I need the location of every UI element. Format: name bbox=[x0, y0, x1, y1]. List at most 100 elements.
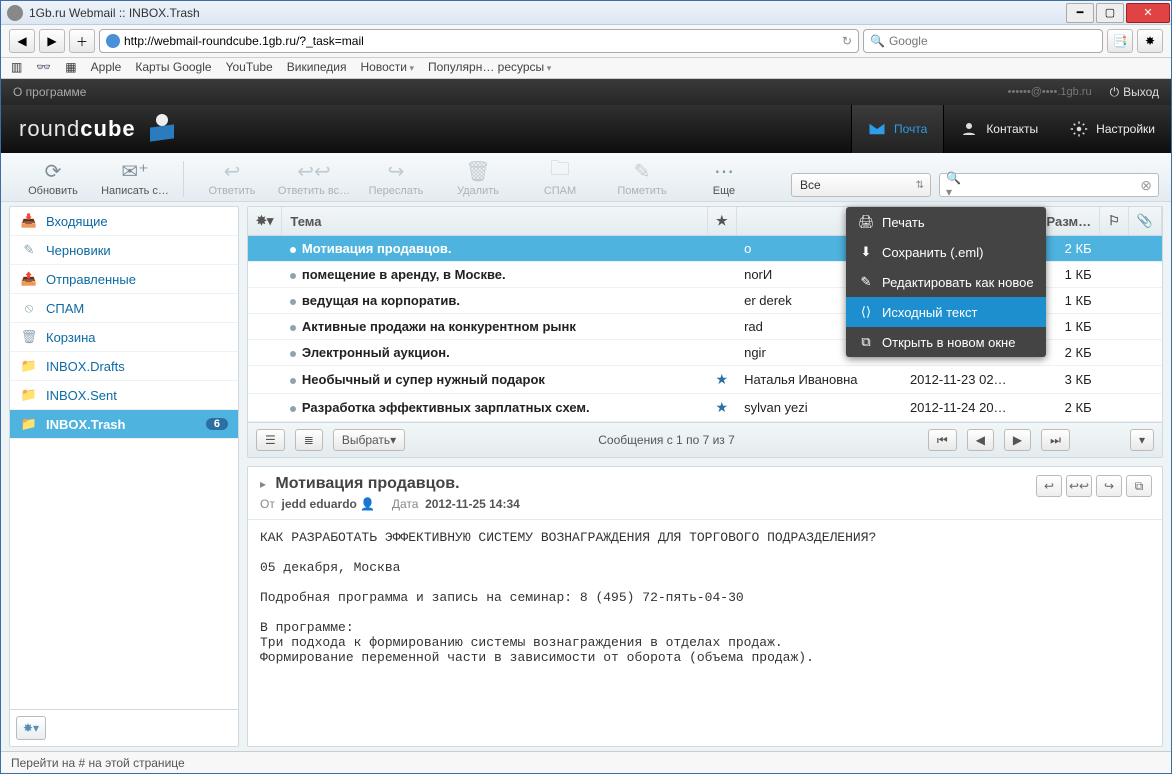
more-button[interactable]: ⋯Еще bbox=[684, 157, 764, 197]
browser-menu-button[interactable]: ✸ bbox=[1137, 29, 1163, 53]
replyall-button[interactable]: ↩↩Ответить вс… bbox=[274, 157, 354, 197]
contacts-icon bbox=[960, 120, 978, 138]
preview-replyall-button[interactable]: ↩↩ bbox=[1066, 475, 1092, 497]
folder-icon: 📁 bbox=[20, 387, 38, 403]
search-icon: 🔍▾ bbox=[946, 171, 963, 199]
topsites-icon[interactable]: ▦ bbox=[65, 60, 76, 74]
gear-icon bbox=[1070, 120, 1088, 138]
address-bar[interactable]: ↻ bbox=[99, 29, 859, 53]
mail-search-input[interactable] bbox=[963, 178, 1140, 193]
folder-СПАМ[interactable]: ⦸СПАМ bbox=[10, 294, 238, 323]
preview-subject: Мотивация продавцов. bbox=[275, 475, 459, 492]
about-link[interactable]: О программе bbox=[13, 85, 86, 99]
refresh-button[interactable]: ⟳Обновить bbox=[13, 157, 93, 197]
window-minimize-button[interactable]: ━ bbox=[1066, 3, 1094, 23]
thread-mode-button[interactable]: ≣ bbox=[295, 429, 323, 451]
page-last-button[interactable]: ⏭ bbox=[1041, 429, 1070, 451]
preview-reply-button[interactable]: ↩ bbox=[1036, 475, 1062, 497]
folder-settings-button[interactable]: ✸▾ bbox=[16, 716, 46, 740]
ctx-Исходный текст[interactable]: ⟨⟩Исходный текст bbox=[846, 297, 1046, 327]
bookmark-youtube[interactable]: YouTube bbox=[226, 60, 273, 74]
readinglist-icon[interactable]: 👓 bbox=[36, 60, 51, 74]
reply-button[interactable]: ↩Ответить bbox=[192, 157, 272, 197]
folder-icon: ✎ bbox=[20, 242, 38, 258]
preview-body[interactable]: КАК РАЗРАБОТАТЬ ЭФФЕКТИВНУЮ СИСТЕМУ ВОЗН… bbox=[248, 520, 1162, 746]
ctx-icon: ⬇ bbox=[858, 244, 874, 260]
col-size[interactable]: Разм… bbox=[1038, 207, 1100, 236]
clear-search-icon[interactable]: ⊗ bbox=[1140, 177, 1152, 194]
ctx-icon: ⧉ bbox=[858, 334, 874, 350]
bookmark-apple[interactable]: Apple bbox=[91, 60, 122, 74]
col-attach[interactable]: 📎 bbox=[1128, 207, 1161, 236]
star-icon[interactable]: ★ bbox=[715, 399, 728, 415]
folder-INBOX.Drafts[interactable]: 📁INBOX.Drafts bbox=[10, 352, 238, 381]
logout-link[interactable]: ⏻Выход bbox=[1110, 85, 1159, 100]
folder-Входящие[interactable]: 📥Входящие bbox=[10, 207, 238, 236]
contact-icon[interactable]: 👤 bbox=[360, 497, 375, 511]
nav-add-button[interactable]: ＋ bbox=[69, 29, 95, 53]
unread-badge: 6 bbox=[206, 418, 228, 430]
preview-from: jedd eduardo bbox=[282, 497, 357, 511]
bookmark-wikipedia[interactable]: Википедия bbox=[287, 60, 347, 74]
preview-pane: ▸ Мотивация продавцов. От jedd eduardo 👤… bbox=[247, 466, 1163, 747]
mail-search[interactable]: 🔍▾ ⊗ bbox=[939, 173, 1159, 197]
bookmark-popular[interactable]: Популярн… ресурсы bbox=[428, 60, 551, 74]
col-star[interactable]: ★ bbox=[707, 207, 736, 236]
window-title: 1Gb.ru Webmail :: INBOX.Trash bbox=[29, 6, 1065, 20]
col-flag[interactable]: ⚐ bbox=[1100, 207, 1129, 236]
folder-Отправленные[interactable]: 📤Отправленные bbox=[10, 265, 238, 294]
col-subject[interactable]: Тема bbox=[282, 207, 708, 236]
spam-button[interactable]: 🗀СПАМ bbox=[520, 157, 600, 197]
list-footer: ☰ ≣ Выбрать ▾ Сообщения с 1 по 7 из 7 ⏮ … bbox=[248, 422, 1162, 457]
select-menu[interactable]: Выбрать ▾ bbox=[333, 429, 405, 451]
folder-Корзина[interactable]: 🗑Корзина bbox=[10, 323, 238, 352]
message-row[interactable]: Разработка эффективных зарплатных схем.★… bbox=[248, 394, 1162, 422]
folder-icon: ⦸ bbox=[20, 300, 38, 316]
list-mode-button[interactable]: ☰ bbox=[256, 429, 285, 451]
ctx-Редактировать как новое[interactable]: ✎Редактировать как новое bbox=[846, 267, 1046, 297]
message-row[interactable]: Необычный и супер нужный подарок★Наталья… bbox=[248, 366, 1162, 394]
os-titlebar[interactable]: 1Gb.ru Webmail :: INBOX.Trash ━ ▢ ✕ bbox=[1, 1, 1171, 25]
browser-search[interactable]: 🔍 bbox=[863, 29, 1103, 53]
toggle-preview-button[interactable]: ▾ bbox=[1130, 429, 1154, 451]
tab-contacts[interactable]: Контакты bbox=[944, 105, 1054, 153]
preview-popout-button[interactable]: ⧉ bbox=[1126, 475, 1152, 497]
folder-Черновики[interactable]: ✎Черновики bbox=[10, 236, 238, 265]
preview-forward-button[interactable]: ↪ bbox=[1096, 475, 1122, 497]
folder-INBOX.Trash[interactable]: 📁INBOX.Trash6 bbox=[10, 410, 238, 439]
window-maximize-button[interactable]: ▢ bbox=[1096, 3, 1124, 23]
compose-button[interactable]: ✉⁺Написать с… bbox=[95, 157, 175, 197]
bookmark-googlemaps[interactable]: Карты Google bbox=[135, 60, 211, 74]
nav-back-button[interactable]: ◀ bbox=[9, 29, 35, 53]
forward-button[interactable]: ↪Переслать bbox=[356, 157, 436, 197]
browser-statusbar: Перейти на # на этой странице bbox=[1, 751, 1171, 773]
browser-search-input[interactable] bbox=[889, 34, 1096, 48]
tab-mail[interactable]: Почта bbox=[851, 105, 944, 153]
rc-topbar: О программе ••••••@••••.1gb.ru ⏻Выход bbox=[1, 79, 1171, 105]
bookmark-news[interactable]: Новости bbox=[361, 60, 414, 74]
list-options-button[interactable]: ✸▾ bbox=[248, 207, 282, 236]
tab-settings[interactable]: Настройки bbox=[1054, 105, 1171, 153]
ctx-Открыть в новом окне[interactable]: ⧉Открыть в новом окне bbox=[846, 327, 1046, 357]
reload-icon[interactable]: ↻ bbox=[842, 34, 852, 48]
mail-icon bbox=[868, 120, 886, 138]
ctx-Печать[interactable]: 🖨Печать bbox=[846, 207, 1046, 237]
delete-button[interactable]: 🗑Удалить bbox=[438, 157, 518, 197]
message-context-menu[interactable]: 🖨Печать⬇Сохранить (.eml)✎Редактировать к… bbox=[846, 207, 1046, 357]
nav-forward-button[interactable]: ▶ bbox=[39, 29, 65, 53]
expand-headers-icon[interactable]: ▸ bbox=[260, 477, 266, 491]
url-input[interactable] bbox=[124, 34, 838, 48]
folder-icon: 📁 bbox=[20, 416, 38, 432]
window-close-button[interactable]: ✕ bbox=[1126, 3, 1170, 23]
ctx-Сохранить (.eml)[interactable]: ⬇Сохранить (.eml) bbox=[846, 237, 1046, 267]
folder-INBOX.Sent[interactable]: 📁INBOX.Sent bbox=[10, 381, 238, 410]
page-first-button[interactable]: ⏮ bbox=[928, 429, 957, 451]
rc-brand-bar: roundcube Почта Контакты Настройки bbox=[1, 105, 1171, 153]
new-tab-button[interactable]: 📑 bbox=[1107, 29, 1133, 53]
filter-select[interactable]: Все bbox=[791, 173, 931, 197]
star-icon[interactable]: ★ bbox=[715, 371, 728, 387]
bookmarks-icon[interactable]: ▥ bbox=[11, 60, 22, 74]
mark-button[interactable]: ✎Пометить bbox=[602, 157, 682, 197]
page-next-button[interactable]: ▶ bbox=[1004, 429, 1031, 451]
page-prev-button[interactable]: ◀ bbox=[967, 429, 994, 451]
